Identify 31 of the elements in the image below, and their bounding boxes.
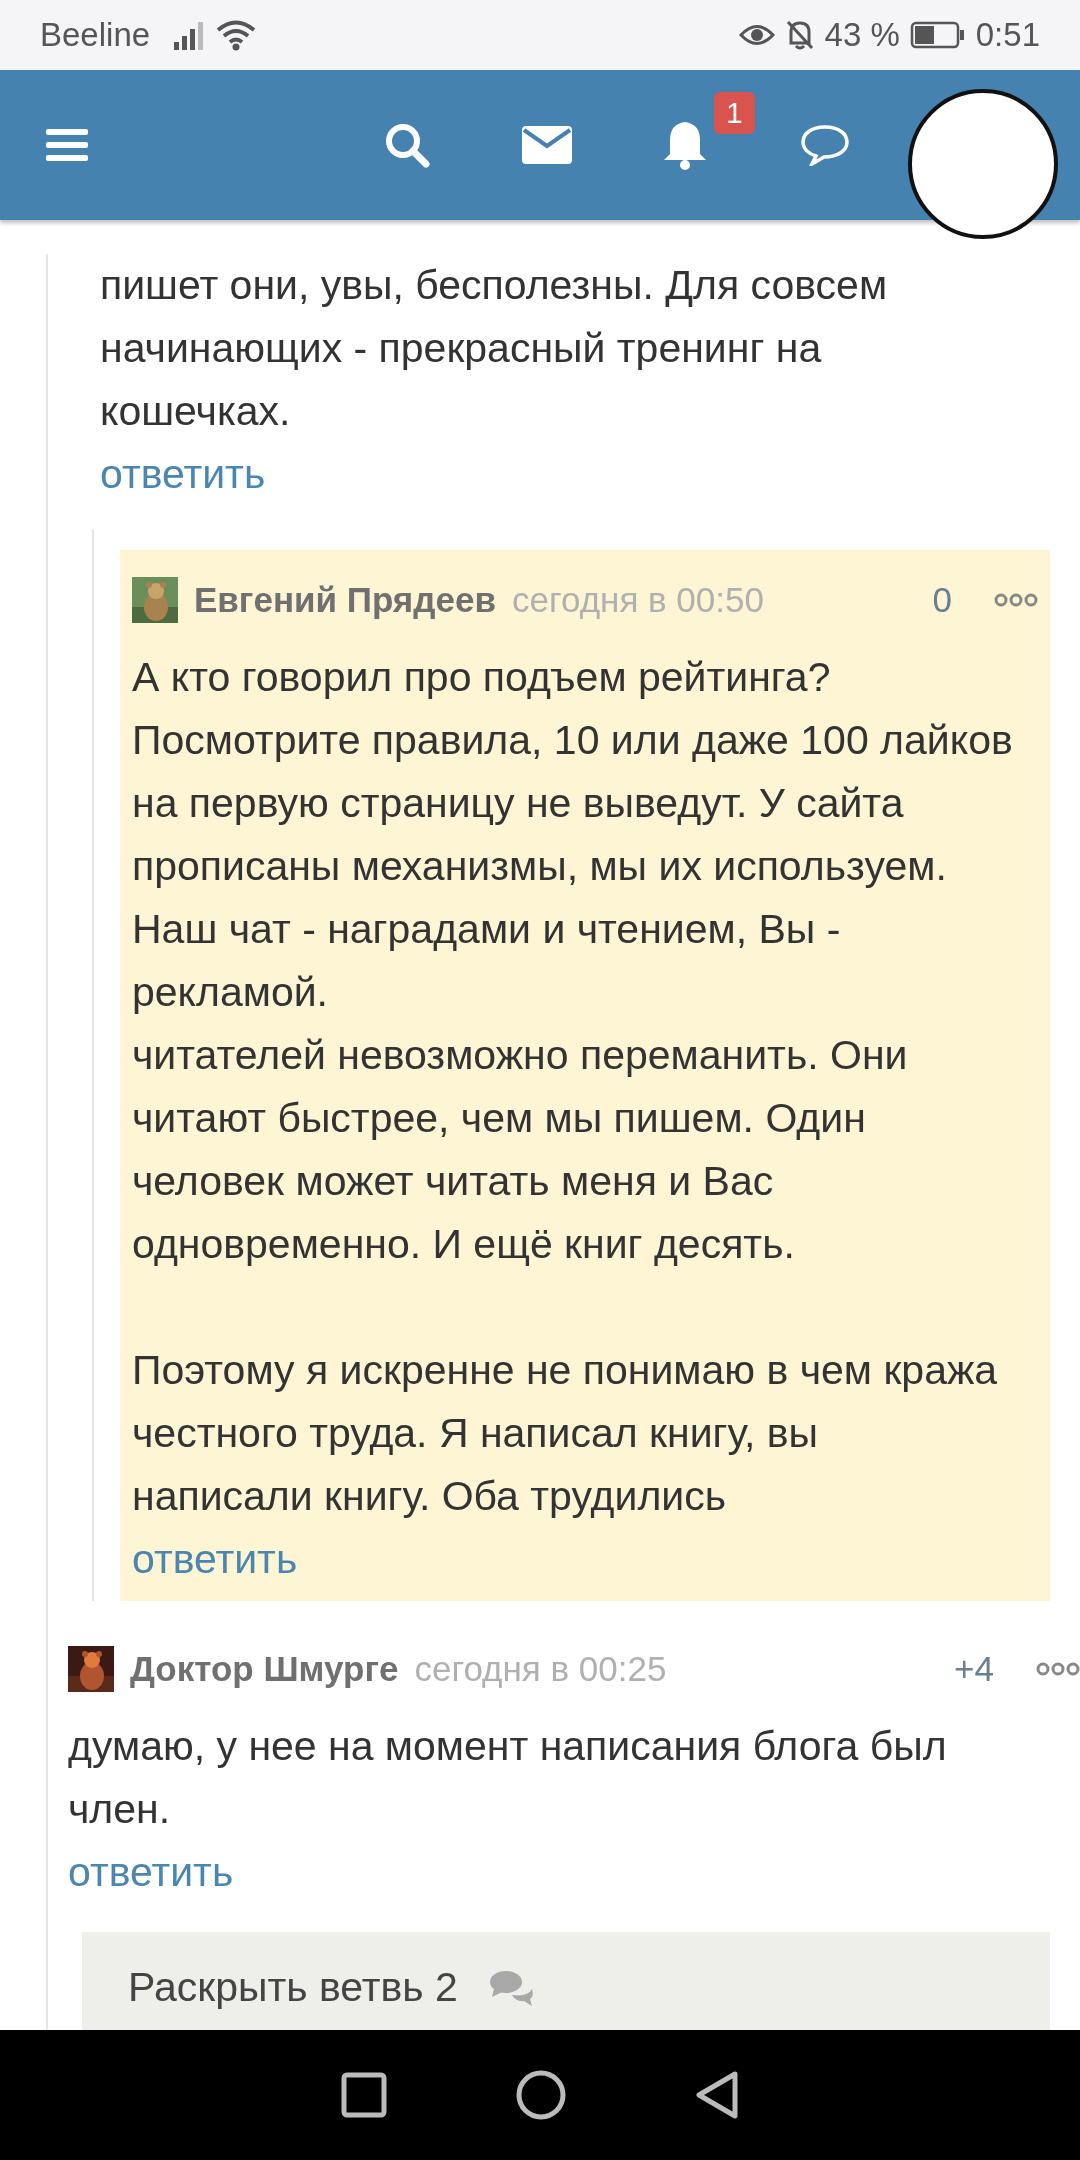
comment-text: А кто говорил про подъем рейтинга? Посмотрите правила, 10 или даже 100 лайков на первую страницу не выведут. У сайта прописаны механизмы, мы их используем. Наш чат - наградами и чтением, Вы - рекламой. читателей невозможно переманить. Они читают быстрее, чем мы пишем. Один человек может читать меня и Вас одновременно. И ещё книг десять. Поэтому я искренне не понимаю в чем кража честного труда. Я написал книгу, вы написали книгу. Оба трудились — [132, 653, 1014, 1521]
more-options-icon[interactable] — [994, 593, 1038, 607]
home-icon[interactable] — [515, 2069, 567, 2121]
clock-time: 0:51 — [975, 16, 1040, 54]
carrier-name: Beeline — [40, 16, 151, 54]
more-options-icon[interactable] — [1036, 1662, 1080, 1676]
eye-icon — [738, 22, 775, 48]
battery-icon — [909, 21, 966, 49]
bell-icon[interactable] — [662, 120, 708, 170]
wifi-icon — [216, 19, 257, 51]
vote-score: 0 — [932, 580, 952, 620]
chat-bubble-icon[interactable] — [800, 124, 850, 166]
search-icon[interactable] — [384, 122, 430, 168]
menu-icon[interactable] — [46, 127, 88, 163]
author-name[interactable]: Доктор Шмурге — [130, 1649, 399, 1689]
author-name[interactable]: Евгений Прядеев — [194, 580, 496, 620]
reply-link[interactable]: ответить — [100, 443, 266, 506]
notification-badge: 1 — [714, 92, 755, 134]
muted-bell-icon — [784, 19, 815, 51]
comment-time: сегодня в 00:50 — [511, 580, 764, 620]
back-icon[interactable] — [695, 2070, 739, 2120]
reply-link[interactable]: ответить — [68, 1841, 234, 1904]
recent-apps-icon[interactable] — [341, 2072, 387, 2118]
expand-thread-button[interactable]: Раскрыть ветвь 2 — [82, 1932, 1050, 2030]
vote-score: +4 — [954, 1649, 994, 1689]
battery-percent: 43 % — [824, 16, 900, 54]
envelope-icon[interactable] — [522, 126, 572, 164]
comment-time: сегодня в 00:25 — [414, 1649, 667, 1689]
reply-link[interactable]: ответить — [132, 1528, 298, 1591]
comment-text: думаю, у нее на момент написания блога был член. — [68, 1722, 948, 1834]
comment-text: пишет они, увы, бесполезны. Для совсем начинающих - прекрасный тренинг на кошечках. — [100, 261, 889, 436]
